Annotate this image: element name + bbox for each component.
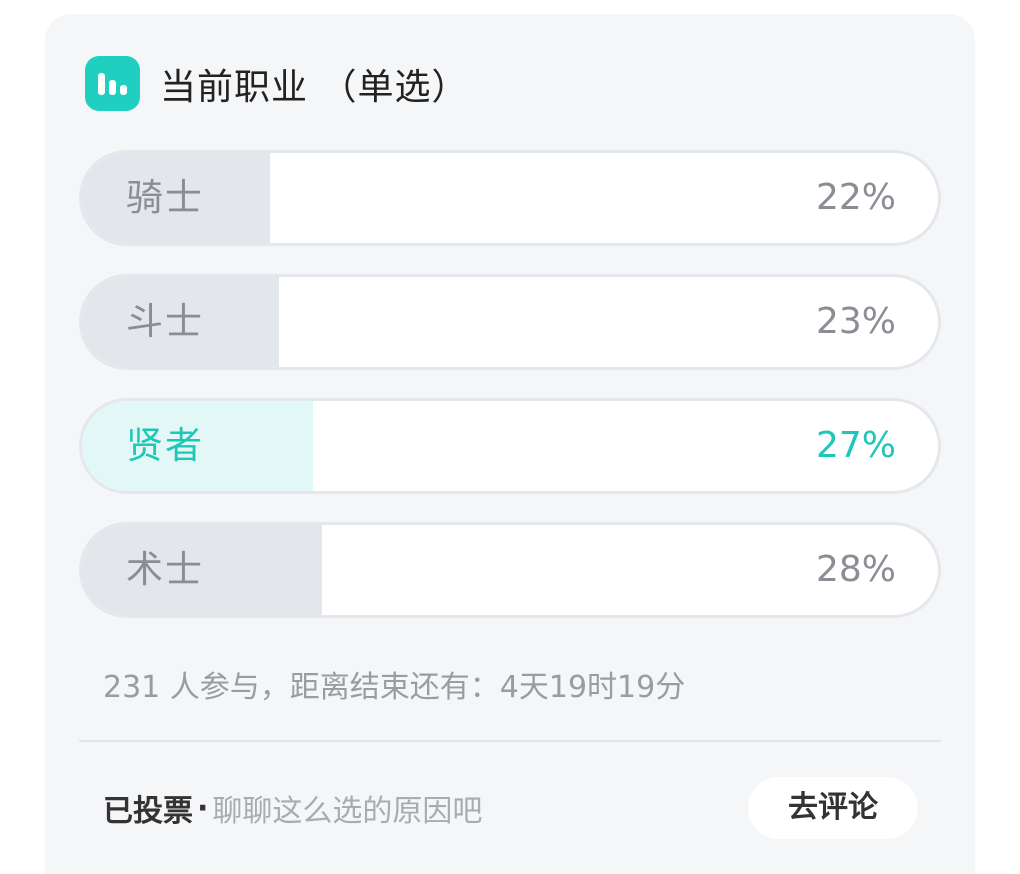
bar-chart-icon [85, 56, 140, 111]
comment-hint: 聊聊这么选的原因吧 [212, 794, 483, 829]
option-label: 骑士 [126, 176, 204, 219]
option-percent: 22% [815, 177, 896, 218]
poll-option[interactable]: 术士 28% [79, 522, 941, 618]
poll-option[interactable]: 斗士 23% [79, 274, 941, 370]
option-percent: 27% [815, 425, 896, 466]
poll-option[interactable]: 贤者 27% [79, 398, 941, 494]
separator: · [197, 790, 209, 826]
poll-options: 骑士 22% 斗士 23% 贤者 27% 术士 28% [79, 150, 941, 646]
voted-label: 已投票 [103, 794, 193, 829]
poll-meta: 231 人参与，距离结束还有：4天19时19分 [103, 670, 686, 705]
poll-header: 当前职业 （单选） [85, 56, 468, 111]
poll-card: 当前职业 （单选） 骑士 22% 斗士 23% 贤者 27% 术士 28% 23… [45, 14, 975, 874]
option-percent: 28% [815, 549, 896, 590]
poll-title: 当前职业 （单选） [160, 66, 469, 108]
divider [79, 740, 941, 742]
option-label: 术士 [126, 548, 204, 591]
option-percent: 23% [815, 301, 896, 342]
poll-footer: 已投票 · 聊聊这么选的原因吧 [103, 786, 482, 830]
comment-button[interactable]: 去评论 [748, 777, 918, 839]
option-label: 斗士 [126, 300, 204, 343]
option-label: 贤者 [126, 424, 204, 467]
poll-option[interactable]: 骑士 22% [79, 150, 941, 246]
